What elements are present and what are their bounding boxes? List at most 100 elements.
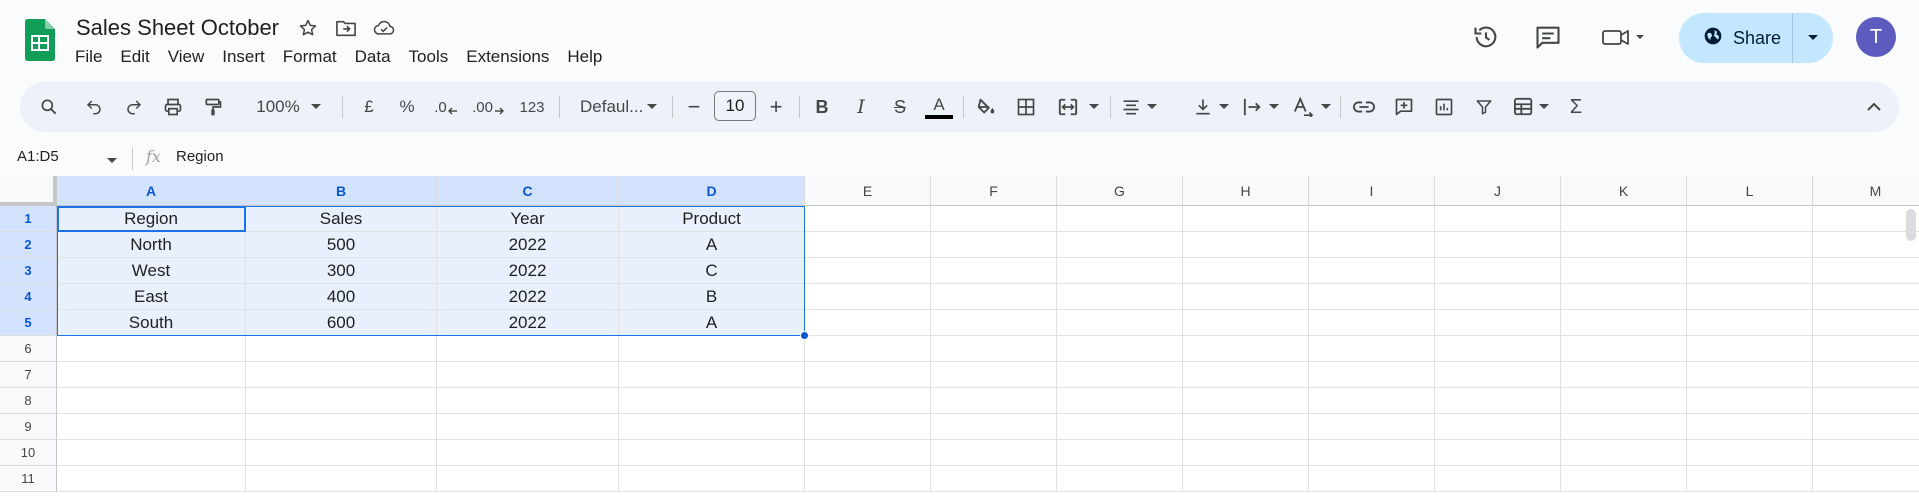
cell-l11[interactable] — [1687, 466, 1813, 492]
cell-m2[interactable] — [1813, 232, 1919, 258]
cell-g5[interactable] — [1057, 310, 1183, 336]
cell-m10[interactable] — [1813, 440, 1919, 466]
meet-icon[interactable] — [1600, 21, 1646, 53]
sheets-logo-icon[interactable] — [25, 19, 55, 61]
cell-g8[interactable] — [1057, 388, 1183, 414]
star-icon[interactable] — [297, 17, 319, 39]
zoom-dropdown-icon[interactable] — [306, 82, 326, 132]
redo-icon[interactable] — [118, 82, 150, 132]
filter-icon[interactable] — [1468, 82, 1500, 132]
cell-j4[interactable] — [1435, 284, 1561, 310]
cell-e11[interactable] — [805, 466, 931, 492]
cell-j11[interactable] — [1435, 466, 1561, 492]
cell-d6[interactable] — [619, 336, 805, 362]
chart-icon[interactable] — [1428, 82, 1460, 132]
cell-i9[interactable] — [1309, 414, 1435, 440]
column-header-b[interactable]: B — [246, 176, 437, 206]
cell-j10[interactable] — [1435, 440, 1561, 466]
cell-k7[interactable] — [1561, 362, 1687, 388]
row-header-5[interactable]: 5 — [0, 310, 57, 336]
select-all-corner[interactable] — [0, 176, 57, 206]
cell-e8[interactable] — [805, 388, 931, 414]
cell-d9[interactable] — [619, 414, 805, 440]
cell-m8[interactable] — [1813, 388, 1919, 414]
cell-d8[interactable] — [619, 388, 805, 414]
cell-e6[interactable] — [805, 336, 931, 362]
align-horizontal-dropdown-icon[interactable] — [1144, 82, 1160, 132]
bold-button[interactable]: B — [806, 82, 838, 132]
cell-j1[interactable] — [1435, 206, 1561, 232]
column-header-c[interactable]: C — [437, 176, 619, 206]
merge-cells-icon[interactable] — [1050, 82, 1086, 132]
cell-l2[interactable] — [1687, 232, 1813, 258]
cell-h8[interactable] — [1183, 388, 1309, 414]
cell-a5[interactable]: South — [57, 310, 246, 336]
cell-g3[interactable] — [1057, 258, 1183, 284]
cell-h6[interactable] — [1183, 336, 1309, 362]
column-header-i[interactable]: I — [1309, 176, 1435, 206]
cell-g2[interactable] — [1057, 232, 1183, 258]
decrease-font-size-button[interactable]: − — [679, 82, 709, 132]
row-header-2[interactable]: 2 — [0, 232, 57, 258]
cell-a7[interactable] — [57, 362, 246, 388]
cell-f3[interactable] — [931, 258, 1057, 284]
cell-g4[interactable] — [1057, 284, 1183, 310]
font-family-select[interactable]: Defaul... — [568, 82, 652, 132]
cell-b9[interactable] — [246, 414, 437, 440]
cell-d3[interactable]: C — [619, 258, 805, 284]
cell-i11[interactable] — [1309, 466, 1435, 492]
cell-c10[interactable] — [437, 440, 619, 466]
column-header-d[interactable]: D — [619, 176, 805, 206]
cell-b7[interactable] — [246, 362, 437, 388]
avatar[interactable]: T — [1856, 17, 1896, 57]
cell-g1[interactable] — [1057, 206, 1183, 232]
decrease-decimal-button[interactable]: .0 — [426, 82, 466, 132]
cell-c11[interactable] — [437, 466, 619, 492]
cell-j9[interactable] — [1435, 414, 1561, 440]
cell-i7[interactable] — [1309, 362, 1435, 388]
collapse-icon[interactable] — [1858, 82, 1890, 132]
row-header-1[interactable]: 1 — [0, 206, 57, 232]
cell-l1[interactable] — [1687, 206, 1813, 232]
cell-d2[interactable]: A — [619, 232, 805, 258]
menu-file[interactable]: File — [66, 47, 111, 67]
cell-a3[interactable]: West — [57, 258, 246, 284]
text-rotation-icon[interactable] — [1288, 82, 1318, 132]
cell-c4[interactable]: 2022 — [437, 284, 619, 310]
cell-l4[interactable] — [1687, 284, 1813, 310]
cell-f2[interactable] — [931, 232, 1057, 258]
cell-c2[interactable]: 2022 — [437, 232, 619, 258]
print-icon[interactable] — [157, 82, 189, 132]
cell-m6[interactable] — [1813, 336, 1919, 362]
cell-e3[interactable] — [805, 258, 931, 284]
borders-icon[interactable] — [1010, 82, 1042, 132]
column-header-j[interactable]: J — [1435, 176, 1561, 206]
cell-e7[interactable] — [805, 362, 931, 388]
cell-m3[interactable] — [1813, 258, 1919, 284]
cell-a10[interactable] — [57, 440, 246, 466]
cell-k11[interactable] — [1561, 466, 1687, 492]
table-view-dropdown-icon[interactable] — [1536, 82, 1552, 132]
cell-j5[interactable] — [1435, 310, 1561, 336]
cell-a9[interactable] — [57, 414, 246, 440]
cell-b2[interactable]: 500 — [246, 232, 437, 258]
cell-i5[interactable] — [1309, 310, 1435, 336]
cell-f1[interactable] — [931, 206, 1057, 232]
sheet-grid[interactable]: A B C D E F G H I J K L M 1 Region Sales Year Product 2 Nor… — [0, 176, 1919, 496]
cell-l10[interactable] — [1687, 440, 1813, 466]
cell-a4[interactable]: East — [57, 284, 246, 310]
search-icon[interactable] — [33, 82, 65, 132]
cell-a1[interactable]: Region — [57, 206, 246, 232]
fill-color-icon[interactable] — [970, 82, 1002, 132]
cell-l7[interactable] — [1687, 362, 1813, 388]
row-header-9[interactable]: 9 — [0, 414, 57, 440]
increase-font-size-button[interactable]: + — [761, 82, 791, 132]
cell-c8[interactable] — [437, 388, 619, 414]
menu-help[interactable]: Help — [558, 47, 611, 67]
cell-h11[interactable] — [1183, 466, 1309, 492]
cell-k5[interactable] — [1561, 310, 1687, 336]
cell-k8[interactable] — [1561, 388, 1687, 414]
menu-view[interactable]: View — [159, 47, 214, 67]
cell-h9[interactable] — [1183, 414, 1309, 440]
cell-g7[interactable] — [1057, 362, 1183, 388]
